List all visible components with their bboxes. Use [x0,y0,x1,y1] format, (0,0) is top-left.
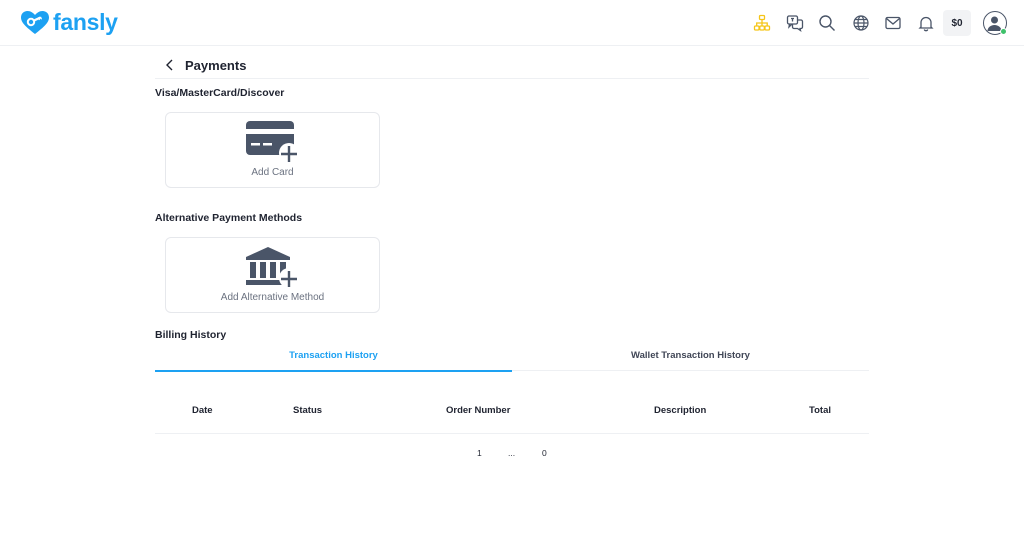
alternative-section-title: Alternative Payment Methods [155,212,303,224]
page-header: Payments [155,52,869,79]
cards-section-title: Visa/MasterCard/Discover [155,87,285,99]
column-header-status: Status [293,405,323,416]
online-status-indicator [1000,28,1007,35]
fansly-logo[interactable]: fansly [20,8,118,36]
page-title: Payments [185,57,247,73]
top-navigation-bar: fansly $0 [0,0,1024,46]
column-header-date: Date [192,405,213,416]
add-card-button[interactable]: Add Card [165,112,380,188]
pagination-first-page[interactable]: 1 [477,448,482,458]
column-header-description: Description [654,405,707,416]
globe-icon[interactable] [850,12,872,34]
wallet-balance-button[interactable]: $0 [943,10,971,36]
column-header-order-number: Order Number [446,405,511,416]
credit-card-add-icon [245,121,299,163]
billing-table-header: Date Status Order Number Description Tot… [155,398,869,434]
bank-add-icon [245,247,299,288]
column-header-total: Total [809,405,831,416]
bell-icon[interactable] [915,12,937,34]
add-alternative-method-button[interactable]: Add Alternative Method [165,237,380,313]
heart-logo-icon [21,11,49,34]
search-icon[interactable] [816,12,838,34]
tab-wallet-transaction-history[interactable]: Wallet Transaction History [512,346,869,371]
add-alternative-method-label: Add Alternative Method [220,292,325,303]
back-chevron-icon[interactable] [161,56,179,74]
tab-transaction-history[interactable]: Transaction History [155,346,512,372]
mail-icon[interactable] [882,12,904,34]
network-icon[interactable] [751,12,773,34]
billing-tabs: Transaction History Wallet Transaction H… [155,346,869,372]
brand-name: fansly [53,8,118,35]
pagination-ellipsis: ... [508,448,516,458]
chat-icon[interactable] [784,12,806,34]
add-card-label: Add Card [251,167,294,178]
billing-history-title: Billing History [155,329,227,341]
pagination-last-page[interactable]: 0 [542,448,547,458]
